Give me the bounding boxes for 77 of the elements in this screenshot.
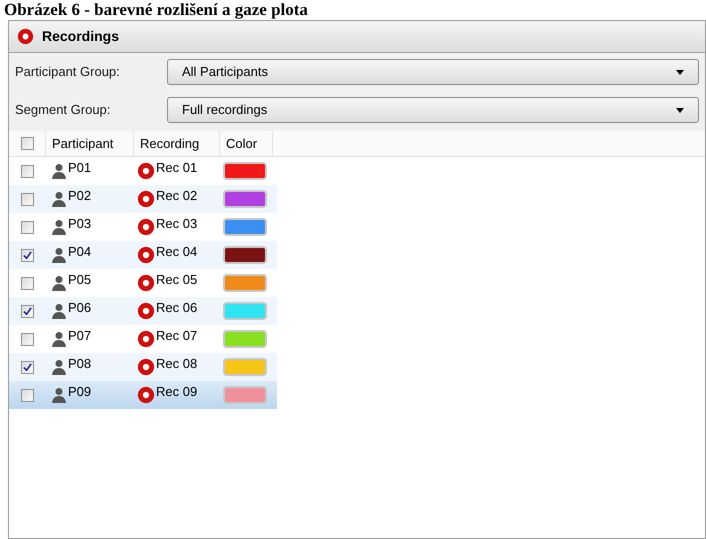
color-swatch[interactable]: [223, 358, 267, 376]
participant-cell-text: P09: [68, 383, 92, 402]
dropdown-value: All Participants: [182, 63, 268, 82]
person-icon: [51, 219, 67, 235]
person-icon: [51, 331, 67, 347]
checkbox[interactable]: [20, 388, 34, 402]
column-header[interactable]: Participant: [45, 131, 133, 156]
checkbox[interactable]: [20, 220, 34, 234]
recording-cell-text: Rec 01: [156, 159, 198, 178]
check-icon: [22, 250, 32, 260]
color-swatch[interactable]: [223, 218, 267, 236]
dropdown[interactable]: Full recordings: [167, 97, 699, 123]
table-row[interactable]: P04 Rec 04: [9, 241, 277, 269]
color-swatch[interactable]: [223, 330, 267, 348]
recording-cell-text: Rec 04: [156, 243, 198, 262]
record-icon: [137, 302, 155, 320]
record-icon: [137, 274, 155, 292]
recording-cell-text: Rec 07: [156, 327, 198, 346]
record-icon: [137, 330, 155, 348]
recording-cell-text: Rec 02: [156, 187, 198, 206]
record-icon: [137, 218, 155, 236]
dropdown-arrow-icon: [676, 70, 684, 74]
record-icon: [17, 28, 34, 45]
record-icon: [137, 190, 155, 208]
checkbox[interactable]: [20, 192, 34, 206]
participant-cell-text: P06: [68, 299, 92, 318]
person-icon: [51, 163, 67, 179]
filter-label: Participant Group:: [15, 63, 121, 82]
checkbox[interactable]: [20, 248, 34, 262]
recording-cell-text: Rec 03: [156, 215, 198, 234]
table-row[interactable]: P09 Rec 09: [9, 381, 277, 409]
record-icon: [137, 386, 155, 404]
column-header[interactable]: Color: [219, 131, 273, 156]
person-icon: [51, 191, 67, 207]
dropdown-arrow-icon: [676, 108, 684, 112]
person-icon: [51, 303, 67, 319]
color-swatch[interactable]: [223, 302, 267, 320]
table-row[interactable]: P06 Rec 06: [9, 297, 277, 325]
caption: Obrázek 6 - barevné rozlišení a gaze plota: [3, 0, 309, 20]
record-icon: [137, 246, 155, 264]
table-row[interactable]: P02 Rec 02: [9, 185, 277, 213]
record-icon: [137, 358, 155, 376]
person-icon: [51, 387, 67, 403]
color-swatch[interactable]: [223, 386, 267, 404]
recording-cell-text: Rec 08: [156, 355, 198, 374]
window-title: Recordings: [42, 27, 120, 46]
participant-cell-text: P03: [68, 215, 92, 234]
color-swatch[interactable]: [223, 162, 267, 180]
person-icon: [51, 247, 67, 263]
color-swatch[interactable]: [223, 246, 267, 264]
record-icon: [137, 162, 155, 180]
filter-label: Segment Group:: [15, 101, 112, 120]
dropdown-value: Full recordings: [182, 101, 268, 120]
table-row[interactable]: P08 Rec 08: [9, 353, 277, 381]
checkbox[interactable]: [20, 276, 34, 290]
recording-cell-text: Rec 05: [156, 271, 198, 290]
column-header[interactable]: Recording: [133, 131, 219, 156]
participant-cell-text: P05: [68, 271, 92, 290]
checkbox[interactable]: [20, 332, 34, 346]
participant-cell-text: P07: [68, 327, 92, 346]
check-icon: [22, 362, 32, 372]
participant-cell-text: P04: [68, 243, 92, 262]
checkbox[interactable]: [20, 304, 34, 318]
recording-cell-text: Rec 06: [156, 299, 198, 318]
color-swatch[interactable]: [223, 274, 267, 292]
check-icon: [22, 306, 32, 316]
participant-cell-text: P02: [68, 187, 92, 206]
person-icon: [51, 275, 67, 291]
participant-cell-text: P01: [68, 159, 92, 178]
person-icon: [51, 359, 67, 375]
checkbox[interactable]: [20, 137, 34, 150]
recording-cell-text: Rec 09: [156, 383, 198, 402]
checkbox[interactable]: [20, 164, 34, 178]
dropdown[interactable]: All Participants: [167, 59, 699, 85]
checkbox[interactable]: [20, 360, 34, 374]
color-swatch[interactable]: [223, 190, 267, 208]
participant-cell-text: P08: [68, 355, 92, 374]
